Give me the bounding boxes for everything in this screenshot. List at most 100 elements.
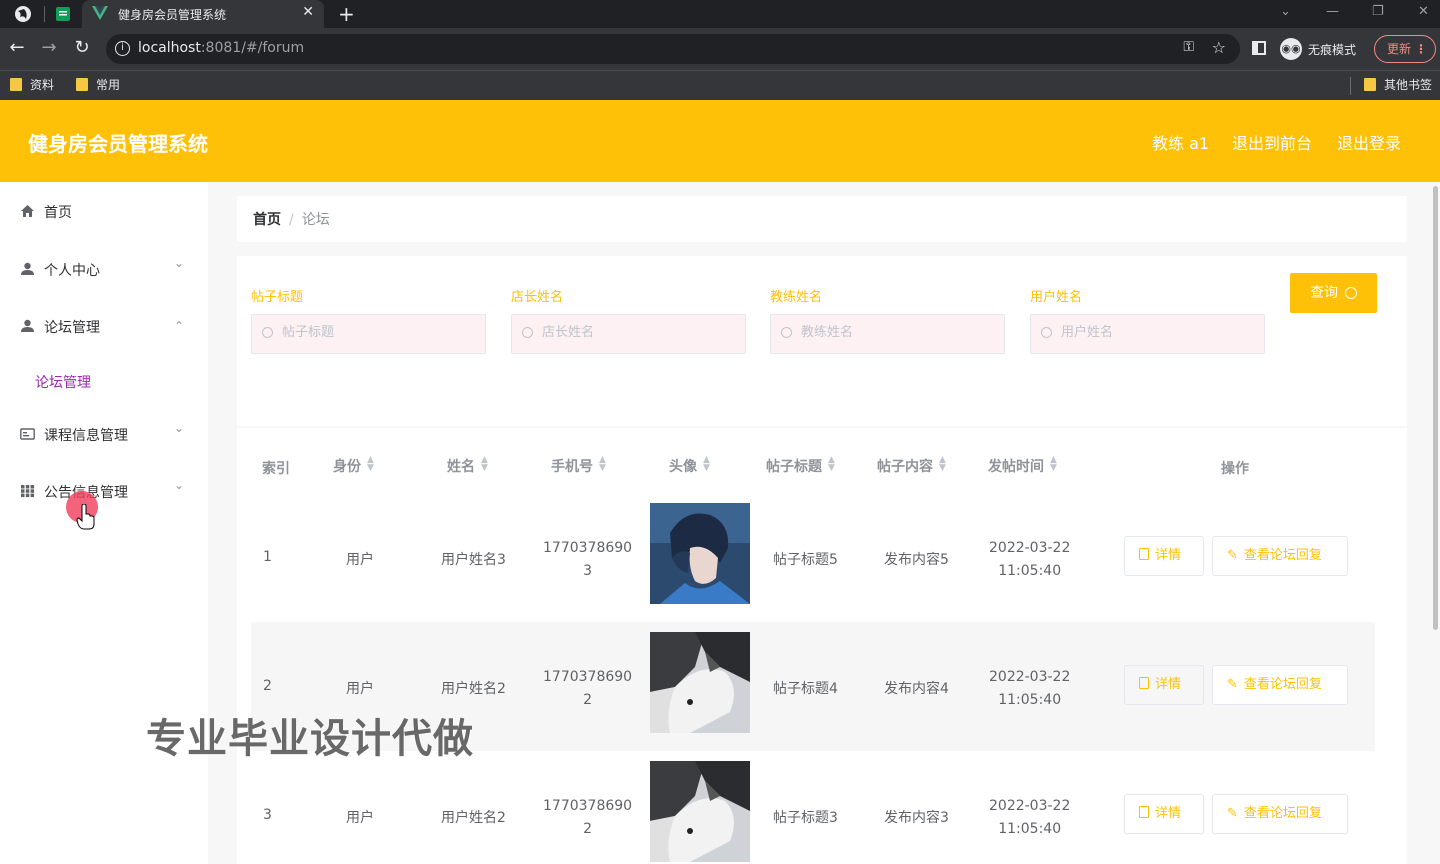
coach-name-label: 教练姓名 [770, 290, 823, 305]
cell-role: 用户 [346, 552, 374, 568]
column-header-role[interactable]: 身份 ▲ ▼ [333, 456, 374, 476]
table-header: 索引 身份 ▲ ▼ 姓名 ▲ ▼ 手机号 ▲ ▼ 头像 ▲ ▼ 帖子标题 ▲ ▼ 帖子内容 ▲ ▼ 发帖… [251, 438, 1375, 494]
user-name-field[interactable] [1061, 325, 1251, 340]
sort-icon[interactable]: ▲ ▼ [481, 456, 488, 473]
sheets-tab-icon[interactable] [54, 5, 72, 23]
incognito-indicator[interactable]: ◉◉ 无痕模式 [1280, 36, 1356, 62]
password-key-icon[interactable]: ⚿ [1183, 39, 1194, 55]
tab-close-icon[interactable]: ✕ [302, 4, 314, 20]
other-bookmarks-label: 其他书签 [1384, 78, 1433, 92]
sidebar-item-course-management[interactable]: 课程信息管理 ⌄ [0, 405, 208, 461]
column-header-post-content[interactable]: 帖子内容 ▲ ▼ [877, 456, 946, 476]
cell-phone-line2: 2 [583, 821, 592, 837]
update-button[interactable]: 更新 ⋮ [1374, 35, 1436, 63]
cell-name: 用户姓名3 [441, 552, 506, 568]
back-to-front-link[interactable]: 退出到前台 [1232, 130, 1312, 154]
avatar-husky-dog[interactable] [650, 761, 750, 862]
incognito-icon: ◉◉ [1280, 38, 1302, 60]
cell-phone-line2: 3 [583, 563, 592, 579]
home-icon [21, 205, 34, 217]
manager-name-field[interactable] [542, 325, 732, 340]
column-header-label: 手机号 [551, 459, 593, 475]
forward-icon[interactable]: → [38, 37, 60, 58]
other-bookmarks[interactable]: 其他书签 [1364, 76, 1432, 93]
detail-button[interactable]: 详情 [1124, 536, 1204, 576]
globe-icon[interactable] [14, 5, 32, 23]
sidebar-item-home[interactable]: 首页 [0, 182, 208, 238]
bookmark-star-icon[interactable]: ☆ [1212, 38, 1226, 57]
active-tab[interactable]: 健身房会员管理系统 ✕ [82, 0, 324, 28]
query-button-label: 查询 [1310, 285, 1338, 301]
sort-icon[interactable]: ▲ ▼ [1050, 456, 1057, 473]
bookmark-folder-ziliao[interactable]: 资料 [10, 76, 54, 93]
side-panel-icon[interactable] [1252, 41, 1266, 55]
coach-name-input[interactable] [770, 314, 1005, 354]
search-icon [1345, 287, 1357, 299]
document-icon [1139, 548, 1149, 560]
sort-icon[interactable]: ▲ ▼ [828, 456, 835, 473]
column-header-avatar[interactable]: 头像 ▲ ▼ [669, 456, 710, 476]
cell-index: 1 [263, 549, 272, 565]
post-title-field[interactable] [282, 325, 472, 340]
window-close-icon[interactable]: ✕ [1418, 4, 1429, 19]
breadcrumb-home[interactable]: 首页 [253, 212, 281, 228]
sort-icon[interactable]: ▲ ▼ [367, 456, 374, 473]
sort-icon[interactable]: ▲ ▼ [703, 456, 710, 473]
avatar-husky-dog[interactable] [650, 632, 750, 733]
new-tab-button[interactable]: + [338, 2, 355, 26]
reload-icon[interactable]: ↻ [71, 37, 93, 58]
folder-icon [1364, 78, 1376, 91]
submenu-item-forum[interactable]: 论坛管理 [0, 360, 208, 400]
column-header-post-time[interactable]: 发帖时间 ▲ ▼ [988, 456, 1057, 476]
post-title-input[interactable] [251, 314, 486, 354]
logout-link[interactable]: 退出登录 [1337, 130, 1401, 154]
more-menu-icon[interactable]: ⋮ [1415, 36, 1427, 62]
view-replies-button[interactable]: ✎ 查看论坛回复 [1212, 536, 1348, 576]
url-text[interactable]: localhost:8081/#/forum [138, 40, 304, 56]
sidebar-item-forum-management[interactable]: 论坛管理 ⌃ [0, 297, 208, 353]
coach-name-field[interactable] [801, 325, 991, 340]
sidebar-item-notice-management[interactable]: 公告信息管理 ⌄ [0, 462, 208, 518]
cell-phone: 1770378690 2 [543, 795, 632, 841]
cell-phone: 1770378690 3 [543, 537, 632, 583]
tab-search-icon[interactable]: ⌄ [1280, 4, 1291, 19]
hand-cursor-icon [76, 504, 95, 530]
sidebar-item-label: 首页 [44, 205, 72, 221]
sidebar-item-label: 论坛管理 [44, 320, 100, 336]
view-replies-button[interactable]: ✎ 查看论坛回复 [1212, 665, 1348, 705]
column-header-post-title[interactable]: 帖子标题 ▲ ▼ [766, 456, 835, 476]
site-info-icon[interactable]: i [115, 41, 130, 56]
bookmark-divider [1350, 77, 1351, 95]
cell-role: 用户 [346, 681, 374, 697]
detail-button-label: 详情 [1155, 806, 1182, 821]
detail-button[interactable]: 详情 [1124, 794, 1204, 834]
cell-post-title: 帖子标题5 [773, 552, 838, 568]
back-icon[interactable]: ← [6, 37, 28, 58]
column-header-name[interactable]: 姓名 ▲ ▼ [447, 456, 488, 476]
cell-post-time: 2022-03-22 11:05:40 [989, 537, 1070, 583]
column-header-label: 姓名 [447, 459, 475, 475]
table-row: 1 用户 用户姓名3 1770378690 3 帖子标题5 发布内容5 2022-… [251, 493, 1375, 622]
detail-button[interactable]: 详情 [1124, 665, 1204, 705]
browser-tab-strip: 健身房会员管理系统 ✕ + ⌄ — ❐ ✕ [0, 0, 1440, 28]
view-replies-button[interactable]: ✎ 查看论坛回复 [1212, 794, 1348, 834]
query-button[interactable]: 查询 [1290, 273, 1377, 313]
breadcrumb: 首页 / 论坛 [237, 196, 1407, 242]
user-name-input[interactable] [1030, 314, 1265, 354]
page-scrollbar[interactable] [1433, 186, 1438, 630]
folder-icon [76, 78, 88, 91]
minimize-icon[interactable]: — [1326, 4, 1339, 19]
avatar-anime-portrait[interactable] [650, 503, 750, 604]
column-header-phone[interactable]: 手机号 ▲ ▼ [551, 456, 606, 476]
manager-name-input[interactable] [511, 314, 746, 354]
address-bar[interactable]: i localhost:8081/#/forum ⚿ ☆ [106, 34, 1240, 64]
document-icon [1139, 677, 1149, 689]
sort-icon[interactable]: ▲ ▼ [939, 456, 946, 473]
search-icon [262, 327, 273, 338]
app-header: 健身房会员管理系统 教练 a1 退出到前台 退出登录 [0, 100, 1440, 182]
sort-icon[interactable]: ▲ ▼ [599, 456, 606, 473]
bookmarks-bar: 资料 常用 其他书签 [0, 70, 1440, 100]
bookmark-folder-changyong[interactable]: 常用 [76, 76, 120, 93]
restore-icon[interactable]: ❐ [1372, 4, 1384, 19]
sidebar-item-personal-center[interactable]: 个人中心 ⌄ [0, 240, 208, 296]
